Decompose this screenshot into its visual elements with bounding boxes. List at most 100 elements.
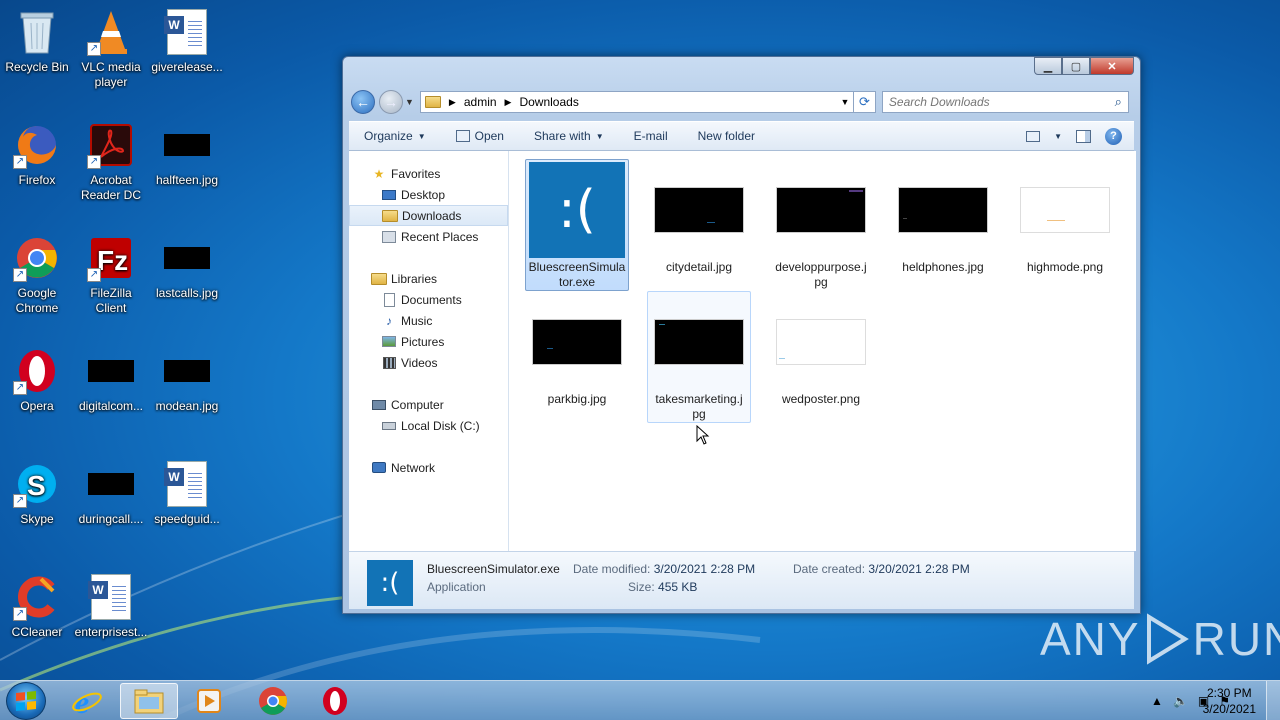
breadcrumb-downloads[interactable]: Downloads [519, 95, 578, 109]
file-item[interactable]: wedposter.png [769, 291, 873, 408]
desktop-icon-label: enterprisest... [74, 625, 148, 639]
new-folder-button[interactable]: New folder [683, 122, 770, 150]
taskbar-chrome[interactable] [244, 683, 302, 719]
start-button[interactable] [6, 682, 46, 720]
taskbar-windows-explorer[interactable] [120, 683, 178, 719]
image-icon [163, 234, 211, 282]
minimize-button[interactable]: ▁ [1034, 57, 1062, 75]
show-desktop-button[interactable] [1266, 681, 1280, 720]
email-button[interactable]: E-mail [619, 122, 683, 150]
taskbar-opera[interactable] [306, 683, 364, 719]
nav-documents[interactable]: Documents [349, 289, 508, 310]
anyrun-watermark: ANY RUN [1040, 612, 1280, 666]
image-thumbnail [898, 187, 988, 233]
nav-label: Favorites [391, 166, 441, 181]
clock[interactable]: 2:30 PM 3/20/2021 [1203, 685, 1256, 717]
word-doc-icon: W [163, 8, 211, 56]
desktop-icon-skype[interactable]: S ↗ Skype [0, 460, 74, 527]
taskbar-media-player[interactable] [180, 683, 238, 719]
nav-label: Downloads [402, 208, 462, 223]
desktop-icon-duringcall[interactable]: duringcall.... [74, 460, 148, 527]
search-input[interactable] [888, 95, 1115, 109]
help-icon[interactable]: ? [1105, 127, 1122, 145]
nav-recent-places[interactable]: Recent Places [349, 226, 508, 247]
desktop-icon-digitalcom[interactable]: digitalcom... [74, 347, 148, 414]
file-item[interactable]: heldphones.jpg [891, 159, 995, 276]
volume-icon[interactable]: 🔈 [1173, 694, 1188, 708]
share-with-button[interactable]: Share with ▼ [519, 122, 619, 150]
media-player-icon [197, 689, 221, 713]
desktop-icon-opera[interactable]: ↗ Opera [0, 347, 74, 414]
search-icon[interactable]: ⌕ [1115, 94, 1122, 110]
desktop-icon-vlc[interactable]: ↗ VLC media player [74, 8, 148, 90]
nav-computer[interactable]: Computer [349, 394, 508, 415]
desktop-icon-lastcalls[interactable]: lastcalls.jpg [150, 234, 224, 301]
desktop-icon-firefox[interactable]: ↗ Firefox [0, 121, 74, 188]
file-item[interactable]: takesmarketing.j pg [647, 291, 751, 423]
file-item[interactable]: parkbig.jpg [525, 291, 629, 408]
file-item[interactable]: :( BluescreenSimula tor.exe [525, 159, 629, 291]
image-thumbnail [654, 319, 744, 365]
nav-favorites[interactable]: ★ Favorites [349, 163, 508, 184]
window-controls: ▁ ▢ ✕ [1034, 57, 1134, 75]
file-item[interactable]: citydetail.jpg [647, 159, 751, 276]
details-file-type: Application [427, 580, 486, 594]
downloads-folder-icon [382, 209, 398, 223]
file-name: pg [814, 275, 828, 289]
taskbar: e ▲ 🔈 ▣ ⚑ 2:30 PM 3/20/2021 [0, 680, 1280, 720]
change-view-icon[interactable] [1026, 130, 1041, 142]
nav-network[interactable]: Network [349, 457, 508, 478]
watermark-any: ANY [1040, 613, 1141, 665]
desktop-icon-modean[interactable]: modean.jpg [150, 347, 224, 414]
nav-music[interactable]: ♪ Music [349, 310, 508, 331]
desktop-icon-label: Opera [20, 399, 54, 413]
desktop-icon-filezilla[interactable]: Fz ↗ FileZilla Client [74, 234, 148, 316]
nav-local-disk[interactable]: Local Disk (C:) [349, 415, 508, 436]
breadcrumb-admin[interactable]: admin [464, 95, 497, 109]
breadcrumb-separator-icon[interactable]: ▶ [505, 97, 512, 108]
nav-videos[interactable]: Videos [349, 352, 508, 373]
organize-label: Organize [364, 129, 413, 143]
preview-pane-icon[interactable] [1076, 129, 1091, 143]
shortcut-arrow-icon: ↗ [13, 155, 27, 169]
nav-label: Videos [401, 355, 438, 370]
search-box[interactable]: ⌕ [881, 91, 1129, 113]
refresh-button[interactable]: ⟳ [853, 91, 876, 113]
desktop-icon-enterprisest[interactable]: W enterprisest... [74, 573, 148, 640]
maximize-button[interactable]: ▢ [1062, 57, 1090, 75]
breadcrumb-separator-icon[interactable]: ▶ [449, 97, 456, 108]
show-hidden-icons-icon[interactable]: ▲ [1151, 694, 1163, 708]
desktop-icon-ccleaner[interactable]: ↗ CCleaner [0, 573, 74, 640]
nav-pictures[interactable]: Pictures [349, 331, 508, 352]
back-button[interactable]: ← [351, 90, 375, 114]
nav-label: Music [401, 313, 433, 328]
desktop-icon-recycle-bin[interactable]: Recycle Bin [0, 8, 74, 75]
address-bar[interactable]: ▶ admin ▶ Downloads ▼ [419, 91, 854, 113]
desktop-icon-label: Firefox [18, 173, 56, 187]
address-dropdown-icon[interactable]: ▼ [837, 97, 853, 107]
opera-icon: ↗ [13, 347, 61, 395]
forward-button[interactable]: → [379, 90, 403, 114]
desktop-icon-speedguid[interactable]: W speedguid... [150, 460, 224, 527]
nav-desktop[interactable]: Desktop [349, 184, 508, 205]
firefox-icon: ↗ [13, 121, 61, 169]
desktop-icon-chrome[interactable]: ↗ Google Chrome [0, 234, 74, 316]
taskbar-internet-explorer[interactable]: e [58, 683, 116, 719]
desktop-icon-halfteen[interactable]: halfteen.jpg [150, 121, 224, 188]
open-button[interactable]: Open [441, 122, 519, 150]
recent-pages-dropdown[interactable]: ▼ [405, 97, 414, 107]
close-button[interactable]: ✕ [1090, 57, 1134, 75]
file-item[interactable]: developpurpose.j pg [769, 159, 873, 291]
file-item[interactable]: highmode.png [1013, 159, 1117, 276]
pictures-icon [381, 335, 397, 349]
nav-downloads[interactable]: Downloads [349, 205, 508, 226]
details-size: Size: 455 KB [628, 580, 697, 594]
nav-label: Recent Places [401, 229, 479, 244]
file-name: pg [692, 407, 706, 421]
nav-libraries[interactable]: Libraries [349, 268, 508, 289]
desktop-icon-giverelease[interactable]: W giverelease... [150, 8, 224, 75]
organize-button[interactable]: Organize ▼ [349, 122, 441, 150]
desktop-icon-label: Google Chrome [15, 286, 59, 315]
view-options-caret-icon[interactable]: ▼ [1054, 132, 1062, 141]
desktop-icon-acrobat[interactable]: ↗ Acrobat Reader DC [74, 121, 148, 203]
